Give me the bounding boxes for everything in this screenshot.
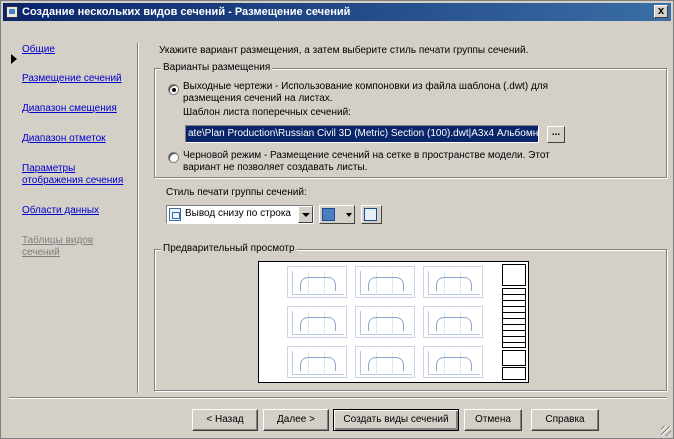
section-thumbnail [423, 346, 483, 378]
draft-mode-label-line2: вариант не позволяет создавать листы. [183, 162, 368, 173]
nav-item-label-line2: отображения сечения [22, 175, 124, 186]
nav-item-section-placement[interactable]: Размещение сечений [22, 73, 122, 85]
bottom-separator [9, 397, 667, 399]
edit-style-icon [322, 208, 335, 221]
window-title: Создание нескольких видов сечений - Разм… [22, 6, 351, 18]
section-thumbnail [355, 306, 415, 338]
placement-options-legend: Варианты размещения [161, 62, 273, 73]
nav-separator [137, 43, 139, 393]
draft-mode-radio[interactable] [168, 152, 179, 163]
title-block-box [502, 264, 526, 286]
nav-item-data-bands[interactable]: Области данных [22, 205, 99, 217]
nav-item-label-line2: сечений [22, 247, 60, 258]
nav-item-section-display-options[interactable]: Параметры отображения сечения [22, 163, 123, 187]
section-thumbnail [287, 306, 347, 338]
dialog-window: Создание нескольких видов сечений - Разм… [0, 0, 674, 439]
cancel-button[interactable]: Отмена [464, 409, 522, 431]
nav-item-label-line1: Параметры [22, 163, 76, 174]
current-step-arrow-icon [11, 54, 17, 64]
layout-preview [258, 261, 529, 383]
title-bar[interactable]: Создание нескольких видов сечений - Разм… [3, 3, 671, 21]
nav-item-section-view-tables: Таблицы видов сечений [22, 235, 93, 259]
help-button[interactable]: Справка [531, 409, 599, 431]
production-sheets-label-line1: Выходные чертежи - Использование компоно… [183, 81, 549, 92]
sheet-template-field[interactable]: ate\Plan Production\Russian Civil 3D (Me… [185, 125, 539, 143]
section-thumbnail [423, 266, 483, 298]
nav-item-label-line1: Таблицы видов [22, 235, 94, 246]
nav-item-offset-range[interactable]: Диапазон смещения [22, 103, 117, 115]
template-label: Шаблон листа поперечных сечений: [183, 107, 351, 118]
nav-item-general[interactable]: Общие [22, 44, 55, 56]
plot-style-dropdown[interactable]: Вывод снизу по строка [166, 205, 314, 224]
preview-legend: Предварительный просмотр [161, 243, 297, 254]
nav-item-elevation-range[interactable]: Диапазон отметок [22, 133, 106, 145]
production-sheets-radio[interactable] [168, 84, 179, 95]
section-thumbnail [287, 266, 347, 298]
production-sheets-label-line2: размещения сечений на листах. [183, 93, 333, 104]
title-block-box [502, 350, 526, 366]
plot-style-label: Стиль печати группы сечений: [166, 187, 307, 198]
zoom-preview-icon [364, 208, 377, 221]
plot-style-icon [169, 208, 181, 221]
pick-style-button[interactable] [361, 205, 382, 224]
section-thumbnail [355, 346, 415, 378]
edit-style-button[interactable] [319, 205, 355, 224]
create-section-views-button[interactable]: Создать виды сечений [333, 409, 459, 431]
draft-mode-label-line1: Черновой режим - Размещение сечений на с… [183, 150, 550, 161]
browse-template-button[interactable]: ... [547, 126, 565, 143]
plot-style-value: Вывод снизу по строка [185, 208, 291, 219]
back-button[interactable]: < Назад [192, 409, 258, 431]
resize-grip-icon[interactable] [661, 426, 671, 436]
section-thumbnail [287, 346, 347, 378]
section-thumbnail [423, 306, 483, 338]
section-thumbnail [355, 266, 415, 298]
next-button[interactable]: Далее > [263, 409, 329, 431]
instruction-text: Укажите вариант размещения, а затем выбе… [159, 45, 529, 56]
title-block-box [502, 288, 526, 348]
chevron-down-icon[interactable] [298, 206, 313, 223]
chevron-down-icon [346, 213, 352, 217]
app-icon [6, 6, 18, 18]
close-button[interactable]: x [654, 5, 668, 18]
preview-sections-grid [263, 264, 499, 380]
sheet-title-block [502, 264, 526, 380]
title-block-box [502, 367, 526, 380]
